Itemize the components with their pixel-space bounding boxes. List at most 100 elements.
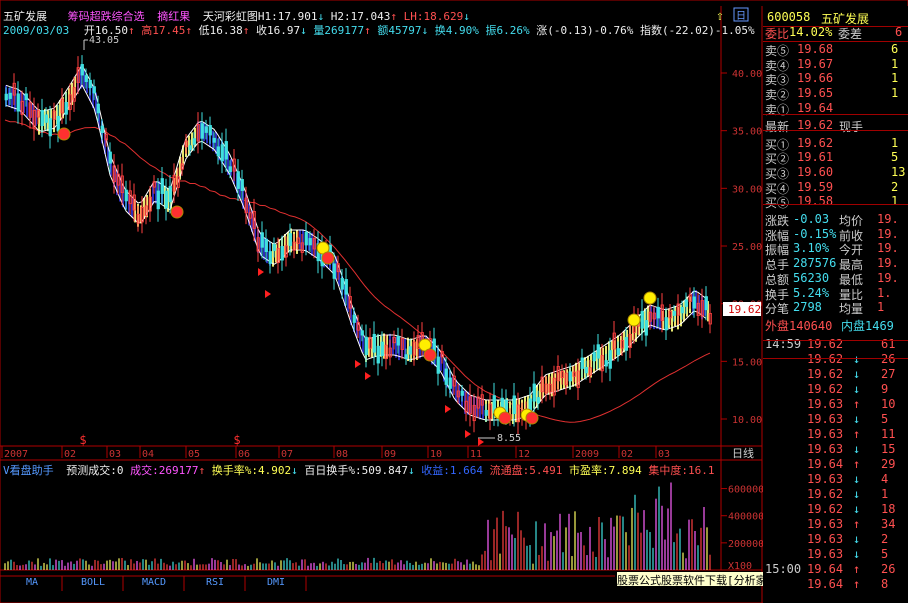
candle-body: [40, 110, 44, 127]
turn-label: 换手率%:4.902: [211, 464, 292, 477]
stat-row-3: 总手 287576 最高 19.: [763, 256, 908, 272]
candle-body: [332, 263, 336, 279]
candle-body: [160, 178, 164, 194]
candle-body: [200, 123, 204, 139]
stat-value: -0.03: [793, 212, 830, 226]
y-tick-label: 40.00: [732, 69, 762, 80]
current-price-label: 19.62: [728, 303, 761, 316]
sub-indicator-name[interactable]: V看盘助手: [3, 464, 54, 477]
candle-body: [280, 246, 284, 261]
tab-dmi[interactable]: DMI: [246, 577, 306, 591]
panel-separator: [763, 340, 908, 341]
change-label: 涨(-0.13)-0.76%: [536, 24, 634, 37]
tab-ma[interactable]: MA: [2, 577, 62, 591]
candle-body: [536, 397, 540, 404]
candle-body: [680, 306, 684, 314]
candle-body: [596, 344, 600, 359]
vol-tick-label: 200000: [728, 539, 764, 550]
tick-price: 19.63: [807, 531, 844, 546]
tick-arrow: ↓: [853, 366, 861, 381]
candle-body: [220, 144, 224, 162]
tick-row-12: 19.63 ↑ 34: [763, 517, 908, 532]
weibi-label: 委比: [765, 27, 790, 41]
sell-volume: 1: [891, 56, 899, 71]
smiley-icon: [170, 205, 184, 219]
candle-body: [208, 125, 212, 136]
candle-body: [8, 92, 12, 99]
waipan-row: 外盘140640 内盘1469: [763, 317, 908, 333]
tick-volume: 11: [881, 426, 896, 441]
waipan-label: 外盘140640: [765, 318, 833, 333]
stat-value-2: 19.: [877, 226, 899, 241]
tick-volume: 10: [881, 396, 896, 411]
tick-row-4: 19.63 ↑ 10: [763, 397, 908, 412]
candle-body: [376, 345, 380, 364]
xianshou-label: 现手: [839, 119, 864, 134]
concentration-label: 集中度:16.1: [648, 464, 715, 477]
candle-body: [460, 390, 464, 396]
buy-row-5: 买⑤ 19.58 1: [763, 194, 908, 210]
candle-body: [584, 366, 588, 374]
sell-price: 19.68: [797, 42, 834, 56]
candle-body: [212, 137, 216, 143]
low-arrow: ↑: [242, 24, 250, 37]
tick-price: 19.62: [807, 336, 844, 351]
tick-arrow: ↓: [853, 546, 861, 561]
tick-volume: 5: [881, 546, 889, 561]
tick-price: 19.64: [807, 561, 844, 576]
candle-body: [304, 231, 308, 246]
red-arrow-icon: [265, 290, 271, 298]
stock-code[interactable]: 600058: [767, 10, 810, 24]
red-arrow-icon: [365, 372, 371, 380]
stat-label-2: 均量: [839, 302, 864, 317]
price-info-bar: 2009/03/03 开16.50↑ 高17.45↑ 低16.38↑ 收16.9…: [3, 22, 755, 37]
candle-body: [228, 166, 232, 173]
candle-body: [408, 346, 412, 355]
stat-row-5: 换手 5.24% 量比 1.: [763, 286, 908, 302]
x-tick-label: 07: [281, 449, 293, 460]
tick-price: 19.63: [807, 441, 844, 456]
candle-body: [48, 118, 52, 137]
tick-price: 19.63: [807, 516, 844, 531]
stat-value-2: 1: [877, 300, 885, 315]
volume-arrow: ↑: [364, 24, 371, 37]
hundred-turn-label: 百日换手%:509.847: [304, 464, 408, 477]
tab-boll[interactable]: BOLL: [63, 577, 123, 591]
candle-body: [288, 233, 292, 246]
y-tick-label: 35.00: [732, 127, 762, 138]
tick-time: 14:59: [765, 336, 802, 351]
tick-price: 19.63: [807, 546, 844, 561]
quote-panel: 600058 五矿发展 委比 14.02% 委差 6 卖⑤ 19.68 6 卖④ 19.67 1 卖③ 1…: [763, 6, 908, 603]
buy-volume: 1: [891, 194, 899, 209]
candle-body: [608, 350, 612, 369]
stat-row-2: 振幅 3.10% 今开 19.: [763, 241, 908, 257]
turnover-label: 换4.90%: [434, 24, 479, 37]
x-tick-label: 06: [238, 449, 250, 460]
candle-body: [56, 115, 60, 132]
stat-value: 3.10%: [793, 241, 830, 256]
tick-arrow: ↓: [853, 486, 861, 501]
sell-price: 19.66: [797, 71, 834, 86]
candle-body: [44, 114, 48, 123]
tick-row-10: 19.62 ↓ 1: [763, 487, 908, 502]
candle-body: [308, 238, 312, 246]
vol-tick-label: 600000: [728, 485, 764, 496]
tab-macd[interactable]: MACD: [124, 577, 184, 591]
tick-arrow: ↑: [853, 516, 861, 531]
buy-price: 19.60: [797, 164, 834, 179]
panel-separator: [763, 204, 908, 205]
candle-body: [192, 138, 196, 145]
candle-body: [268, 251, 272, 264]
y-tick-label: 25.00: [732, 242, 762, 253]
dollar-marker-icon: $: [79, 433, 86, 447]
candle-body: [340, 277, 344, 290]
tick-time: 15:00: [765, 561, 802, 576]
tick-volume: 2: [881, 531, 889, 546]
x-tick-label: 11: [470, 449, 482, 460]
vol-unit-label: X100: [728, 561, 752, 572]
tick-arrow: ↑: [853, 426, 861, 441]
candle-body: [240, 179, 244, 191]
tick-price: 19.63: [807, 471, 844, 486]
sell-level-label: 卖①: [765, 102, 790, 117]
tab-rsi[interactable]: RSI: [185, 577, 245, 591]
